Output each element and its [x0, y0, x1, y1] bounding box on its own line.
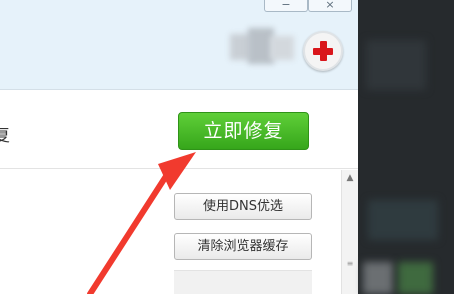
repair-now-button[interactable]: 立即修复	[178, 112, 309, 150]
truncated-status-text: 复	[0, 126, 10, 146]
vertical-scrollbar[interactable]: ▲ ≡	[341, 170, 358, 294]
minimize-button[interactable]: −	[264, 0, 308, 12]
scroll-grip-icon[interactable]: ≡	[346, 260, 354, 272]
red-cross-icon[interactable]	[303, 31, 343, 71]
blurred-account-area	[230, 28, 300, 68]
clear-browser-cache-button[interactable]: 清除浏览器缓存	[174, 233, 312, 260]
next-row-partial	[174, 270, 312, 294]
scroll-up-arrow-icon[interactable]: ▲	[342, 170, 358, 186]
blurred-background-area	[358, 0, 454, 294]
close-button[interactable]: ×	[308, 0, 352, 12]
app-window: − × 复 立即修复 使用DNS优选 清除浏览器缓存 ▲ ≡	[0, 0, 358, 294]
window-header: − ×	[0, 0, 358, 90]
use-dns-optimize-button[interactable]: 使用DNS优选	[174, 193, 312, 220]
